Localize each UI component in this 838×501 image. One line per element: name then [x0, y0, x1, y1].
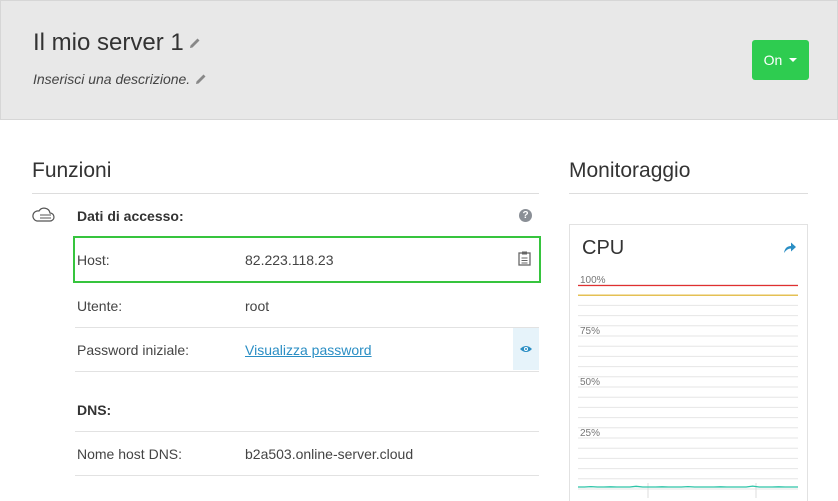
- cpu-title: CPU: [582, 237, 625, 259]
- y-tick-label: 100%: [580, 275, 606, 286]
- monitoraggio-title: Monitoraggio: [569, 159, 691, 182]
- y-tick-label: 25%: [580, 428, 600, 439]
- user-label: Utente:: [77, 297, 123, 314]
- question-icon[interactable]: ?: [519, 209, 532, 222]
- access-heading-row: Dati di accesso:: [75, 194, 539, 238]
- dns-hostname-value[interactable]: b2a503.online-server.cloud: [245, 446, 539, 462]
- pencil-icon[interactable]: [195, 73, 207, 85]
- access-heading: Dati di accesso:: [77, 208, 184, 224]
- funzioni-title: Funzioni: [32, 159, 112, 182]
- password-label: Password iniziale:: [77, 341, 190, 358]
- cpu-panel: CPU 100% 75% 50% 25%: [569, 224, 808, 501]
- dns-heading-row: DNS:: [75, 388, 539, 432]
- cloud-icon: [32, 207, 55, 222]
- show-password-link[interactable]: Visualizza password: [245, 342, 372, 358]
- power-state-label: On: [763, 52, 783, 68]
- dns-heading: DNS:: [77, 401, 112, 418]
- y-tick-label: 75%: [580, 326, 600, 337]
- pencil-icon[interactable]: [189, 37, 201, 49]
- monitoraggio-divider: [569, 193, 808, 194]
- cpu-chart: 100% 75% 50% 25%: [578, 275, 798, 498]
- caret-down-icon: [789, 58, 798, 62]
- password-row: Password iniziale: Visualizza password: [75, 328, 539, 372]
- share-arrow-icon[interactable]: [783, 241, 797, 254]
- user-value[interactable]: root: [245, 298, 539, 314]
- server-header: Il mio server 1 Inserisci una descrizion…: [0, 0, 838, 120]
- y-tick-label: 50%: [580, 377, 600, 388]
- server-title: Il mio server 1: [33, 29, 201, 57]
- server-description-text[interactable]: Inserisci una descrizione.: [33, 71, 190, 87]
- reveal-password-button[interactable]: [513, 328, 539, 370]
- host-highlight-box: [73, 236, 541, 283]
- clipboard-icon[interactable]: [518, 251, 531, 266]
- server-title-text: Il mio server 1: [33, 29, 184, 56]
- dns-hostname-row: Nome host DNS: b2a503.online-server.clou…: [75, 432, 539, 476]
- cpu-series-line: [578, 485, 798, 488]
- server-description: Inserisci una descrizione.: [33, 71, 207, 87]
- dns-hostname-label: Nome host DNS:: [77, 445, 183, 462]
- user-row: Utente: root: [75, 284, 539, 328]
- power-state-button[interactable]: On: [752, 40, 809, 80]
- eye-icon: [520, 346, 532, 352]
